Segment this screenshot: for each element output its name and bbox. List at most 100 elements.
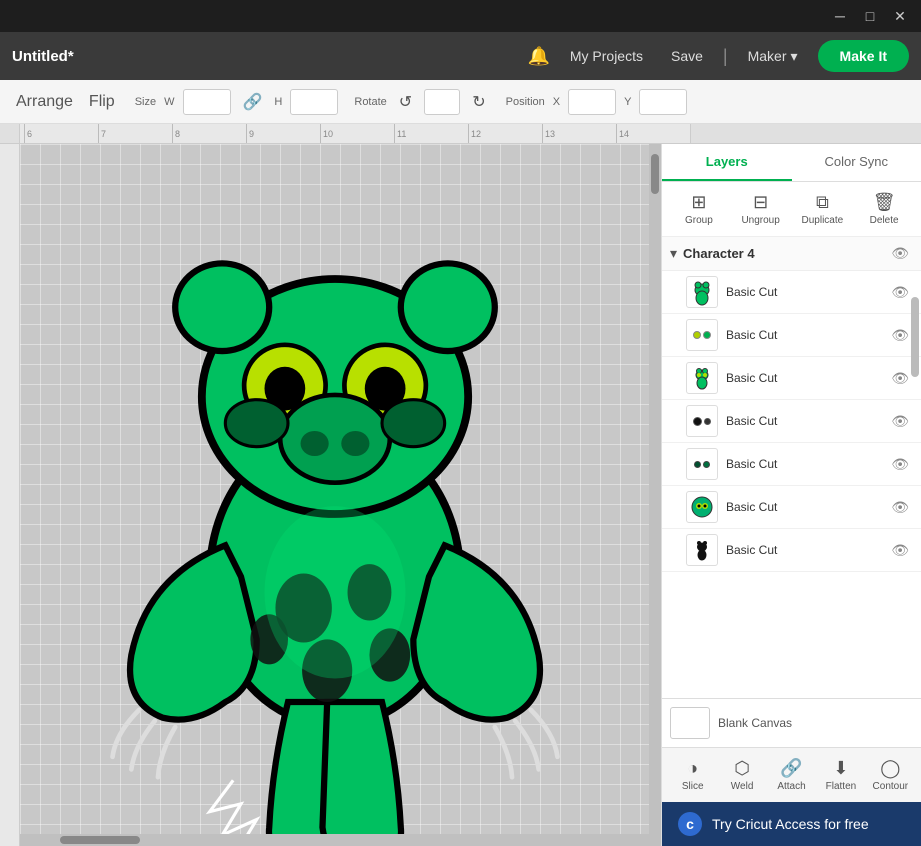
layer-7-visibility-button[interactable]: 👁 [887, 540, 913, 561]
horizontal-ruler: 6 7 8 9 10 11 12 13 14 [0, 124, 921, 144]
y-input[interactable] [639, 89, 687, 115]
height-input[interactable] [290, 89, 338, 115]
nav-separator: | [723, 46, 728, 67]
weld-icon: ⬡ [734, 758, 750, 779]
layer-5-thumb [686, 448, 718, 480]
contour-label: Contour [873, 781, 909, 792]
cricut-banner-text: Try Cricut Access for free [712, 816, 905, 832]
list-item[interactable]: Basic Cut 👁 [662, 400, 921, 443]
lock-icon[interactable]: 🔗 [239, 90, 267, 114]
app-title: Untitled* [12, 48, 511, 65]
layer-3-thumb [686, 362, 718, 394]
layer-4-visibility-button[interactable]: 👁 [887, 411, 913, 432]
attach-icon: 🔗 [780, 758, 802, 779]
duplicate-button[interactable]: ⧉ Duplicate [794, 188, 852, 230]
list-item[interactable]: Basic Cut 👁 [662, 486, 921, 529]
rotate-ccw-icon[interactable]: ↺ [395, 90, 416, 114]
list-item[interactable]: Basic Cut 👁 [662, 271, 921, 314]
layer-5-visibility-button[interactable]: 👁 [887, 454, 913, 475]
layer-2-thumb [686, 319, 718, 351]
group-visibility-button[interactable]: 👁 [887, 243, 913, 264]
layers-list: ▾ Character 4 👁 Basic Cut 👁 [662, 237, 921, 698]
layer-6-visibility-button[interactable]: 👁 [887, 497, 913, 518]
canvas-scrollbar-horizontal[interactable] [20, 834, 649, 846]
my-projects-button[interactable]: My Projects [562, 44, 651, 68]
group-name: Character 4 [683, 246, 887, 261]
slice-icon: ◑ [687, 758, 698, 779]
flip-button[interactable]: Flip [85, 91, 119, 113]
ungroup-button[interactable]: ⊟ Ungroup [732, 188, 790, 230]
machine-label: Maker [748, 48, 787, 64]
delete-button[interactable]: 🗑 Delete [855, 188, 913, 230]
ruler-mark-13: 13 [542, 124, 616, 143]
layer-3-visibility-button[interactable]: 👁 [887, 368, 913, 389]
vertical-ruler [0, 144, 20, 846]
weld-label: Weld [731, 781, 754, 792]
scrollbar-thumb-v[interactable] [651, 154, 659, 194]
list-item[interactable]: Basic Cut 👁 [662, 314, 921, 357]
main-area: Layers Color Sync ⊞ Group ⊟ Ungroup ⧉ Du… [0, 144, 921, 846]
attach-label: Attach [777, 781, 805, 792]
group-button[interactable]: ⊞ Group [670, 188, 728, 230]
character-artwork [100, 164, 570, 846]
make-it-button[interactable]: Make It [818, 40, 909, 72]
minimize-button[interactable]: ─ [827, 3, 853, 29]
w-label: W [164, 96, 174, 108]
layer-6-name: Basic Cut [726, 500, 879, 514]
machine-selector[interactable]: Maker ▾ [740, 44, 806, 69]
scrollbar-thumb-h[interactable] [60, 836, 140, 844]
tab-layers[interactable]: Layers [662, 144, 792, 181]
save-button[interactable]: Save [663, 44, 711, 68]
blank-canvas-label: Blank Canvas [718, 716, 792, 730]
ruler-mark-11: 11 [394, 124, 468, 143]
slice-label: Slice [682, 781, 704, 792]
contour-button[interactable]: ◯ Contour [868, 754, 913, 796]
weld-button[interactable]: ⬡ Weld [719, 754, 764, 796]
layer-7-name: Basic Cut [726, 543, 879, 557]
top-nav: Untitled* 🔔 My Projects Save | Maker ▾ M… [0, 32, 921, 80]
position-group: Position X Y [506, 89, 688, 115]
canvas-scrollbar-vertical[interactable] [649, 144, 661, 846]
x-input[interactable] [568, 89, 616, 115]
arrange-group: Arrange Flip [12, 91, 119, 113]
flatten-button[interactable]: ⬇ Flatten [818, 754, 863, 796]
canvas-area[interactable] [20, 144, 661, 846]
arrange-button[interactable]: Arrange [12, 91, 77, 113]
ruler-mark-6: 6 [24, 124, 98, 143]
h-label: H [274, 96, 282, 108]
close-button[interactable]: ✕ [887, 3, 913, 29]
ruler-mark-12: 12 [468, 124, 542, 143]
layer-1-thumb [686, 276, 718, 308]
group-icon: ⊞ [691, 192, 706, 213]
rotate-group: Rotate ↺ 0 ↻ [354, 89, 489, 115]
group-header-character4[interactable]: ▾ Character 4 👁 [662, 237, 921, 271]
notifications-icon[interactable]: 🔔 [527, 46, 549, 67]
right-panel: Layers Color Sync ⊞ Group ⊟ Ungroup ⧉ Du… [661, 144, 921, 846]
width-input[interactable] [183, 89, 231, 115]
position-label: Position [506, 96, 545, 108]
slice-button[interactable]: ◑ Slice [670, 754, 715, 796]
group-label: Group [685, 215, 713, 226]
rotate-input[interactable]: 0 [424, 89, 460, 115]
flatten-label: Flatten [826, 781, 857, 792]
arrange-label: Arrange [16, 93, 73, 110]
list-item[interactable]: Basic Cut 👁 [662, 529, 921, 572]
layer-2-visibility-button[interactable]: 👁 [887, 325, 913, 346]
layer-1-visibility-button[interactable]: 👁 [887, 282, 913, 303]
panel-bottom: Blank Canvas [662, 698, 921, 747]
flip-label: Flip [89, 93, 115, 110]
delete-label: Delete [870, 215, 899, 226]
tab-color-sync[interactable]: Color Sync [792, 144, 921, 181]
duplicate-label: Duplicate [802, 215, 844, 226]
panel-scrollbar[interactable] [911, 297, 919, 377]
maximize-button[interactable]: □ [857, 3, 883, 29]
cricut-access-banner[interactable]: c Try Cricut Access for free [662, 802, 921, 846]
list-item[interactable]: Basic Cut 👁 [662, 443, 921, 486]
contour-icon: ◯ [880, 758, 900, 779]
ruler-mark-8: 8 [172, 124, 246, 143]
rotate-cw-icon[interactable]: ↻ [468, 90, 489, 114]
ruler-mark-9: 9 [246, 124, 320, 143]
bottom-toolbar: ◑ Slice ⬡ Weld 🔗 Attach ⬇ Flatten ◯ Cont… [662, 747, 921, 802]
attach-button[interactable]: 🔗 Attach [769, 754, 814, 796]
list-item[interactable]: Basic Cut 👁 [662, 357, 921, 400]
